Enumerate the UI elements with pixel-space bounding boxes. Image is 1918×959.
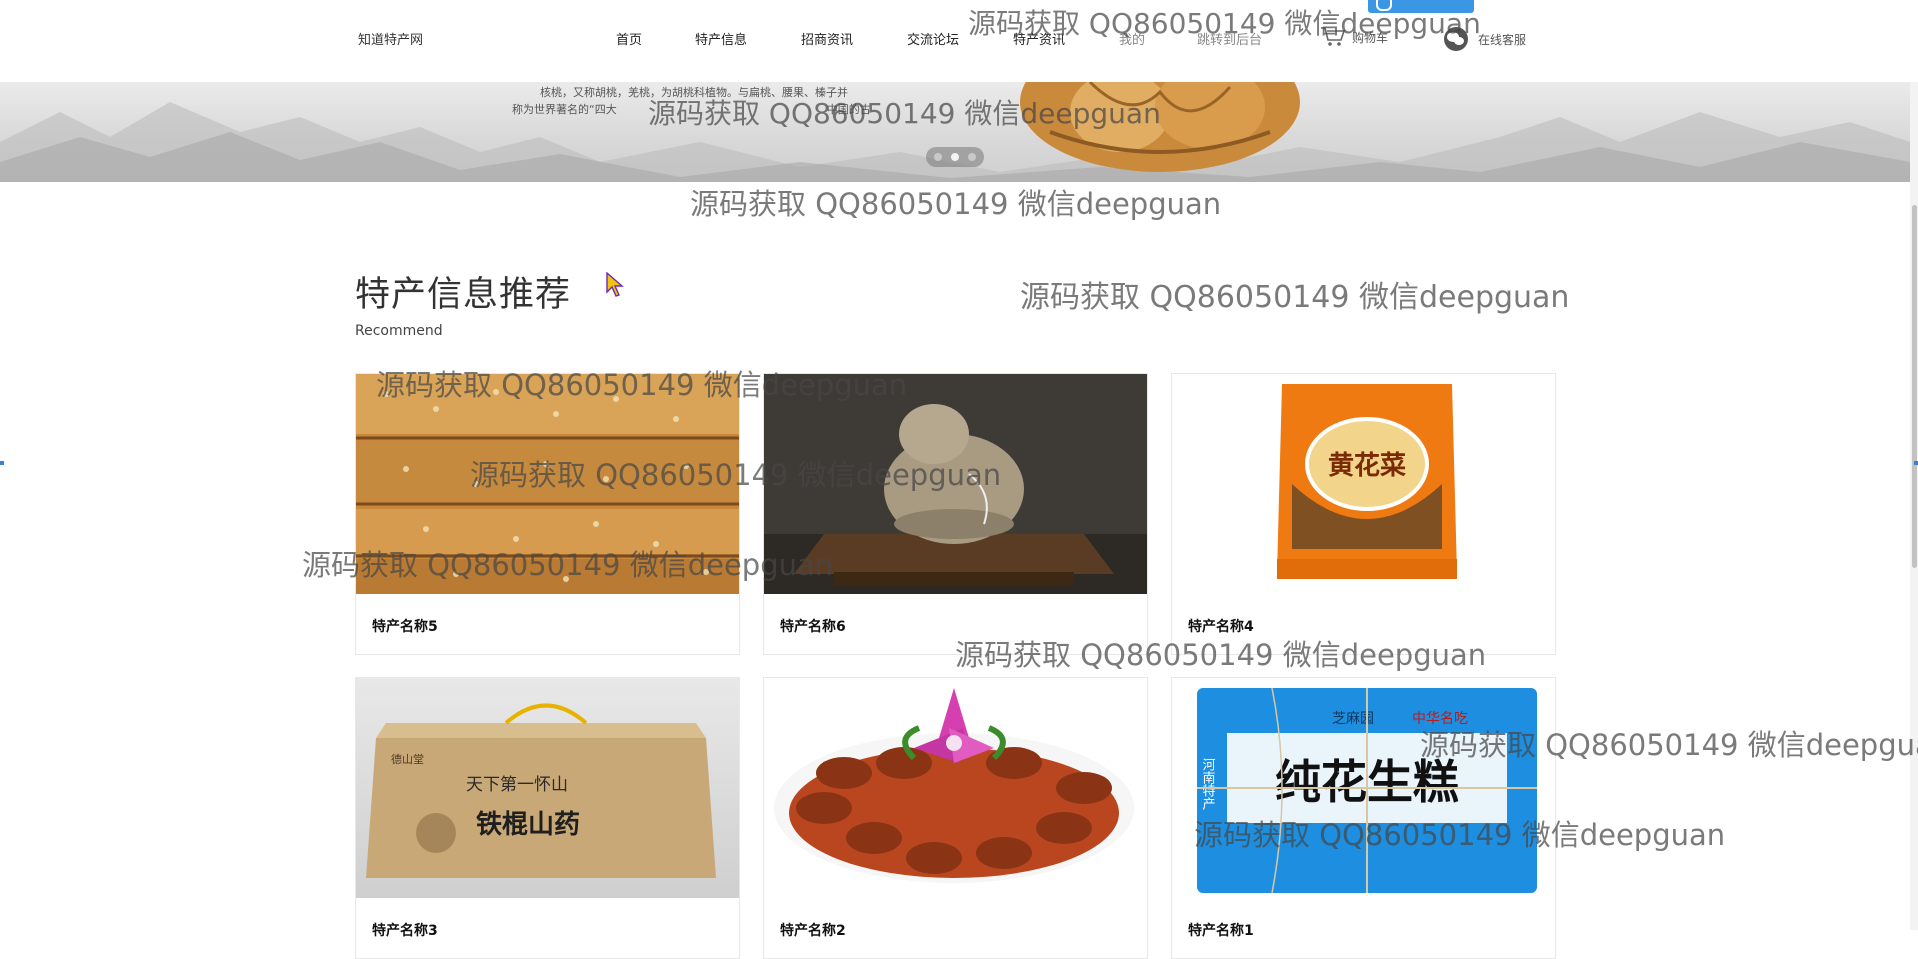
peanut-cake-tag-text: 中华名吃 <box>1412 711 1468 727</box>
yam-box-brand-text: 德山堂 <box>391 752 424 766</box>
mountain-ink-background <box>0 102 1910 182</box>
carousel-indicator <box>926 147 984 167</box>
nav-admin[interactable]: 跳转到后台 <box>1197 29 1262 48</box>
edge-marker-left <box>0 461 4 465</box>
site-header: 知道特产网 首页 特产信息 招商资讯 交流论坛 特产资讯 我的 跳转到后台 购物… <box>0 0 1918 82</box>
product-name[interactable]: 特产名称4 <box>1188 616 1254 636</box>
online-service-link[interactable]: 在线客服 <box>1442 26 1526 52</box>
cart-icon <box>1321 27 1346 46</box>
product-name[interactable]: 特产名称6 <box>780 616 846 636</box>
nav-forum[interactable]: 交流论坛 <box>907 29 959 48</box>
service-label: 在线客服 <box>1478 32 1527 47</box>
product-image-peanut-cake: 纯花生糕 河南特产 中华名吃 芝麻园 <box>1172 678 1555 898</box>
walnut-image <box>1020 82 1300 172</box>
watermark-text: 源码获取 QQ86050149 微信deepguan <box>690 187 1222 221</box>
upload-button[interactable] <box>1368 0 1474 13</box>
product-image-stone-carving <box>764 374 1147 594</box>
product-name[interactable]: 特产名称5 <box>372 616 438 636</box>
product-card[interactable]: 特产名称6 <box>763 373 1148 655</box>
product-card[interactable]: 天下第一怀山 铁棍山药 德山堂 特产名称3 <box>355 677 740 959</box>
product-name[interactable]: 特产名称2 <box>780 920 846 940</box>
carousel-dot-1[interactable] <box>934 153 942 161</box>
hero-banner[interactable]: 核桃，又称胡桃，羌桃，为胡桃科植物。与扁桃、腰果、榛子并 称为世界著名的“四大中… <box>0 82 1910 182</box>
edge-marker-right <box>1914 461 1918 465</box>
site-logo[interactable]: 知道特产网 <box>358 29 423 48</box>
mouse-cursor-icon <box>606 272 624 297</box>
product-name[interactable]: 特产名称1 <box>1188 920 1254 940</box>
wechat-icon <box>1444 27 1468 51</box>
banner-text-line1: 核桃，又称胡桃，羌桃，为胡桃科植物。与扁桃、腰果、榛子并 <box>540 86 848 99</box>
cart-label: 购物车 <box>1352 30 1389 45</box>
banner-text-line2: 称为世界著名的“四大 中国的古 <box>512 103 871 116</box>
scrollbar-thumb[interactable] <box>1912 205 1917 568</box>
nav-business[interactable]: 招商资讯 <box>801 29 853 48</box>
yam-box-main-text: 铁棍山药 <box>476 809 580 840</box>
section-subtitle: Recommend <box>355 323 443 339</box>
carousel-dot-3[interactable] <box>968 153 976 161</box>
product-name[interactable]: 特产名称3 <box>372 920 438 940</box>
product-image-yam-box: 天下第一怀山 铁棍山药 德山堂 <box>356 678 739 898</box>
product-image-braised-dish <box>764 678 1147 898</box>
nav-products[interactable]: 特产信息 <box>695 29 747 48</box>
product-card[interactable]: 纯花生糕 河南特产 中华名吃 芝麻园 特产名称1 <box>1171 677 1556 959</box>
product-image-daylily: 黄花菜 <box>1172 374 1555 594</box>
watermark-text: 源码获取 QQ86050149 微信deepguan <box>1020 280 1570 315</box>
yam-box-top-text: 天下第一怀山 <box>466 775 568 795</box>
peanut-cake-side-text: 河南特产 <box>1200 758 1216 811</box>
upload-icon <box>1376 0 1392 11</box>
daylily-label: 黄花菜 <box>1328 451 1406 481</box>
carousel-dot-2[interactable] <box>951 153 959 161</box>
section-title: 特产信息推荐 <box>355 275 572 315</box>
product-card[interactable]: 特产名称2 <box>763 677 1148 959</box>
nav-news[interactable]: 特产资讯 <box>1013 29 1065 48</box>
product-card[interactable]: 特产名称5 <box>355 373 740 655</box>
nav-home[interactable]: 首页 <box>616 29 642 48</box>
product-image-sesame-brittle <box>356 374 739 594</box>
nav-mine[interactable]: 我的 <box>1119 29 1145 48</box>
product-card[interactable]: 黄花菜 特产名称4 <box>1171 373 1556 655</box>
cart-link[interactable]: 购物车 <box>1320 26 1388 48</box>
